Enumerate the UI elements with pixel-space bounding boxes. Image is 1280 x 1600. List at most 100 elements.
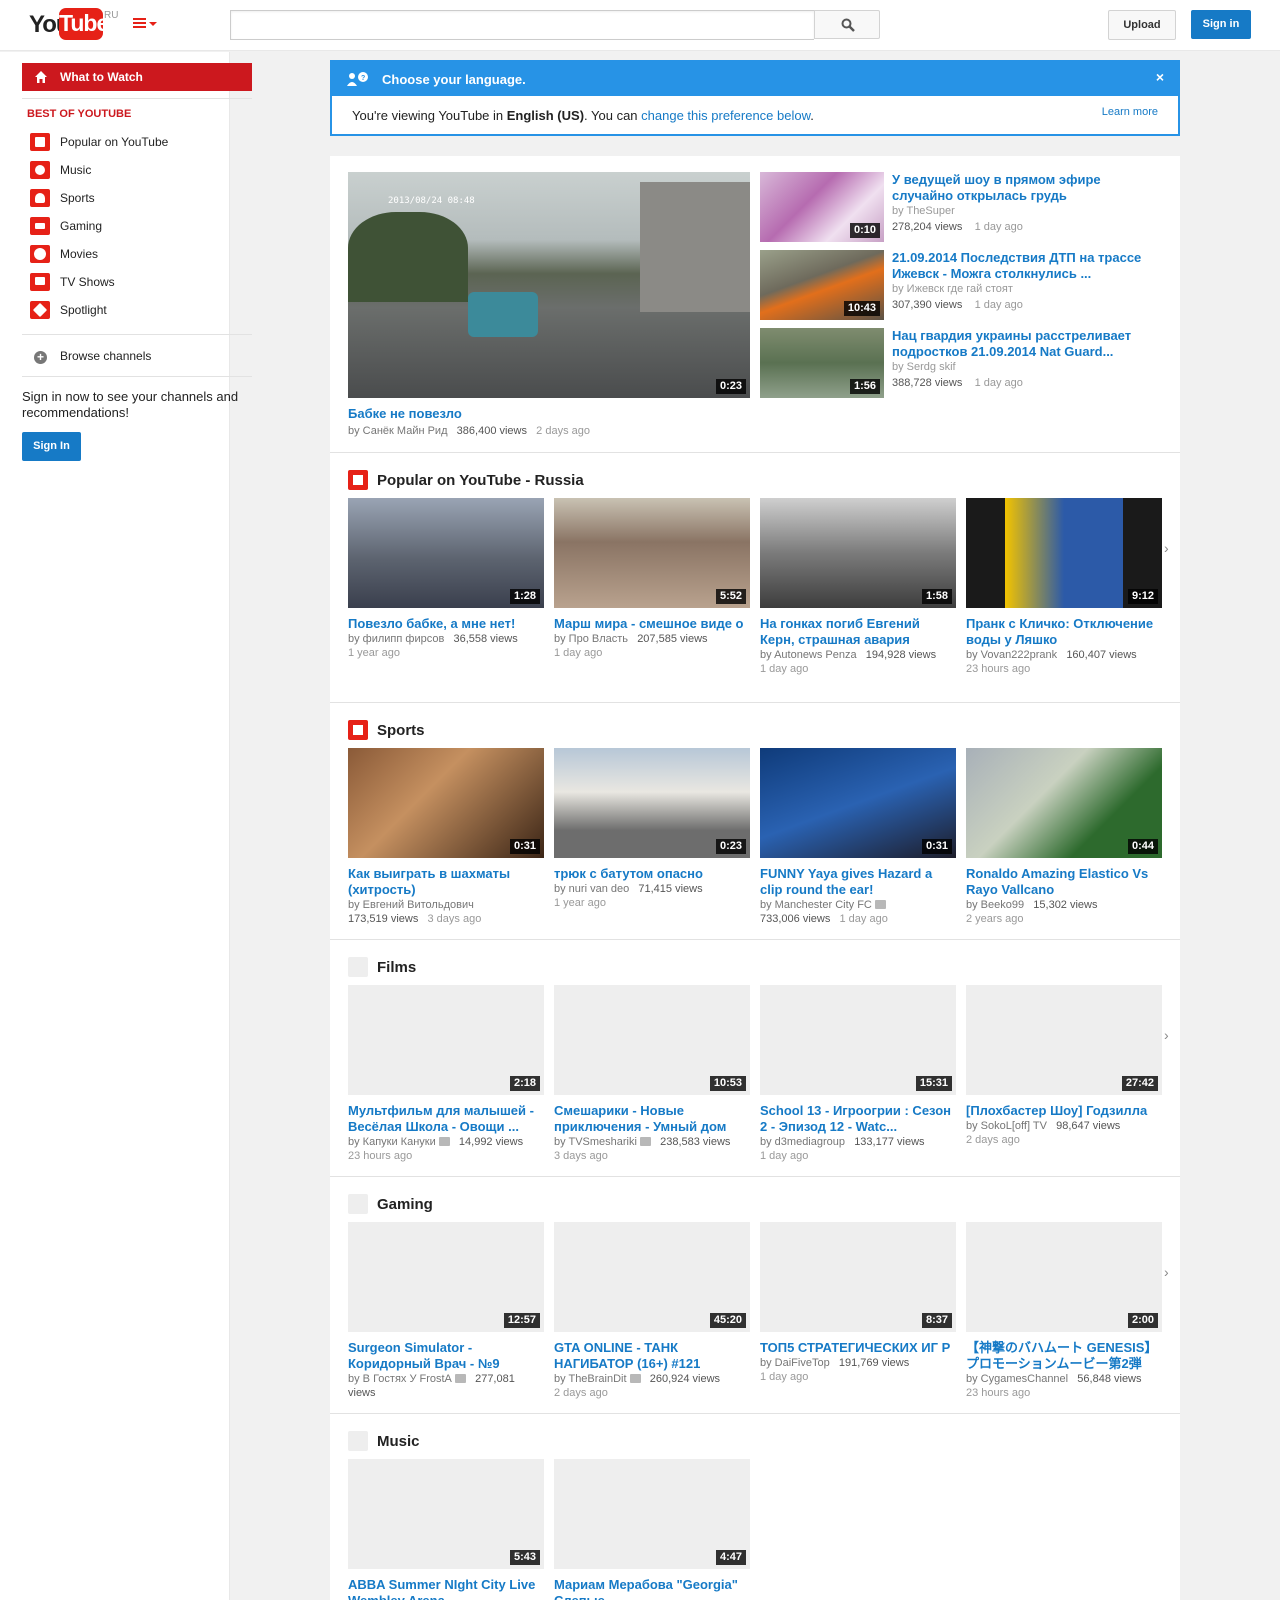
video-title[interactable]: Surgeon Simulator - Коридорный Врач - №9 <box>348 1340 544 1372</box>
shelf-title[interactable]: Popular on YouTube - Russia <box>377 472 584 489</box>
guide-item-gaming[interactable]: Gaming <box>30 216 230 236</box>
svg-text:?: ? <box>361 75 365 82</box>
video-meta: by d3mediagroup 133,177 views 1 day ago <box>760 1136 925 1162</box>
video-title[interactable]: GTA ONLINE - ТАНК НАГИБАТОР (16+) #121 <box>554 1340 750 1372</box>
sports-icon <box>348 720 368 740</box>
chevron-right-icon[interactable]: › <box>1164 540 1169 556</box>
guide-item-what-to-watch[interactable]: What to Watch <box>22 63 252 91</box>
video-thumbnail[interactable]: 0:44 <box>966 748 1162 858</box>
video-title[interactable]: Мультфильм для малышей - Весёлая Школа -… <box>348 1103 544 1135</box>
video-thumbnail[interactable]: 5:52 <box>554 498 750 608</box>
video-title[interactable]: Повезло бабке, а мне нет! <box>348 616 544 632</box>
video-thumbnail[interactable]: 0:31 <box>348 748 544 858</box>
duration-badge: 10:53 <box>709 1076 746 1091</box>
video-thumbnail[interactable]: 2:00 <box>966 1222 1162 1332</box>
shelf-title[interactable]: Music <box>377 1433 420 1450</box>
video-thumbnail[interactable]: 1:28 <box>348 498 544 608</box>
language-notice: ? Choose your language. × You're viewing… <box>330 60 1180 136</box>
duration-badge: 1:56 <box>849 379 880 394</box>
learn-more-link[interactable]: Learn more <box>1102 106 1158 118</box>
video-title[interactable]: Как выиграть в шахматы (хитрость) <box>348 866 544 898</box>
sidebar-sign-in-button[interactable]: Sign In <box>22 432 81 461</box>
video-title[interactable]: На гонках погиб Евгений Керн, страшная а… <box>760 616 956 648</box>
video-title[interactable]: [Плохбастер Шоу] Годзилла <box>966 1103 1162 1119</box>
shelf-title[interactable]: Sports <box>377 722 425 739</box>
video-thumbnail[interactable]: 4:47 <box>554 1459 750 1569</box>
divider <box>330 452 1180 453</box>
video-meta: by CygamesChannel 56,848 views 23 hours a… <box>966 1373 1142 1399</box>
chevron-right-icon[interactable]: › <box>1164 1264 1169 1280</box>
shelf-title[interactable]: Films <box>377 959 416 976</box>
duration-badge: 12:57 <box>503 1313 540 1328</box>
upload-button[interactable]: Upload <box>1108 10 1176 40</box>
video-thumbnail[interactable]: 8:37 <box>760 1222 956 1332</box>
divider <box>22 98 252 99</box>
guide-item-browse-channels[interactable]: + Browse channels <box>30 346 230 366</box>
guide-item-music[interactable]: Music <box>30 160 230 180</box>
video-thumbnail[interactable]: 15:31 <box>760 985 956 1095</box>
video-meta: by Beeko99 15,302 views 2 years ago <box>966 899 1098 925</box>
shelf-title[interactable]: Gaming <box>377 1196 433 1213</box>
side-video-thumbnail[interactable]: 0:10 <box>760 172 884 242</box>
sign-in-button[interactable]: Sign in <box>1191 10 1251 39</box>
video-thumbnail[interactable]: 0:23 <box>554 748 750 858</box>
video-meta: by TheBrainDit 260,924 views 2 days ago <box>554 1373 721 1399</box>
side-video-title[interactable]: У ведущей шоу в прямом эфире случайно от… <box>892 172 1162 204</box>
video-thumbnail[interactable]: 2:18 <box>348 985 544 1095</box>
video-thumbnail[interactable]: 9:12 <box>966 498 1162 608</box>
video-title[interactable]: ТОП5 СТРАТЕГИЧЕСКИХ ИГ Р <box>760 1340 956 1356</box>
search-input[interactable] <box>230 10 814 40</box>
duration-badge: 45:20 <box>709 1313 746 1328</box>
video-thumbnail[interactable]: 0:31 <box>760 748 956 858</box>
video-thumbnail[interactable]: 12:57 <box>348 1222 544 1332</box>
films-icon <box>348 957 368 977</box>
guide-item-tv-shows[interactable]: TV Shows <box>30 272 230 292</box>
language-notice-message: You're viewing YouTube in English (US). … <box>352 108 814 123</box>
guide-section-heading: BEST OF YOUTUBE <box>27 108 132 120</box>
guide-item-spotlight[interactable]: Spotlight <box>30 300 230 320</box>
verified-icon <box>438 1137 450 1146</box>
video-title[interactable]: Мариам Мерабова "Georgia" Слепые <box>554 1577 750 1600</box>
video-title[interactable]: Марш мира - смешное виде о <box>554 616 750 632</box>
video-meta: by Про Власть 207,585 views 1 day ago <box>554 633 708 659</box>
featured-video-thumbnail[interactable]: 2013/08/24 08:48 0:23 <box>348 172 750 398</box>
close-icon[interactable]: × <box>1156 69 1164 85</box>
youtube-logo[interactable]: You Tube <box>29 8 109 40</box>
video-title[interactable]: трюк с батутом опасно <box>554 866 750 882</box>
featured-video-title[interactable]: Бабке не повезло <box>348 406 750 422</box>
caret-down-icon <box>149 22 157 26</box>
guide-item-movies[interactable]: Movies <box>30 244 230 264</box>
video-title[interactable]: Смешарики - Новые приключения - Умный до… <box>554 1103 750 1135</box>
video-thumbnail[interactable]: 10:53 <box>554 985 750 1095</box>
country-code: RU <box>104 10 119 21</box>
duration-badge: 10:43 <box>843 301 880 316</box>
language-notice-title: Choose your language. <box>382 72 526 87</box>
side-video-title[interactable]: 21.09.2014 Последствия ДТП на трассе Иже… <box>892 250 1162 282</box>
movies-icon <box>30 245 50 263</box>
side-video-thumbnail[interactable]: 10:43 <box>760 250 884 320</box>
video-thumbnail[interactable]: 5:43 <box>348 1459 544 1569</box>
change-preference-link[interactable]: change this preference below <box>641 108 810 123</box>
chevron-right-icon[interactable]: › <box>1164 1027 1169 1043</box>
video-thumbnail[interactable]: 27:42 <box>966 985 1162 1095</box>
video-title[interactable]: School 13 - Игроогрии : Сезон 2 - Эпизод… <box>760 1103 956 1135</box>
video-title[interactable]: FUNNY Yaya gives Hazard a clip round the… <box>760 866 956 898</box>
search-button[interactable] <box>814 10 880 39</box>
video-title[interactable]: Пранк с Кличко: Отключение воды у Ляшко <box>966 616 1162 648</box>
side-video-title[interactable]: Нац гвардия украины расстреливает подрос… <box>892 328 1162 360</box>
video-meta: by TVSmeshariki 238,583 views 3 days ago <box>554 1136 731 1162</box>
guide-item-popular[interactable]: Popular on YouTube <box>30 132 230 152</box>
divider <box>330 939 1180 940</box>
side-video-thumbnail[interactable]: 1:56 <box>760 328 884 398</box>
video-title[interactable]: 【神撃のバハムート GENESIS】プロモーションムービー第2弾 <box>966 1340 1162 1372</box>
guide-item-sports[interactable]: Sports <box>30 188 230 208</box>
guide-menu-button[interactable] <box>133 16 159 32</box>
video-title[interactable]: ABBA Summer NIght City Live Wembley Aren… <box>348 1577 544 1600</box>
duration-badge: 0:31 <box>509 839 540 854</box>
gaming-icon <box>30 217 50 235</box>
duration-badge: 15:31 <box>915 1076 952 1091</box>
video-title[interactable]: Ronaldo Amazing Elastico Vs Rayo Vallcan… <box>966 866 1162 898</box>
video-thumbnail[interactable]: 1:58 <box>760 498 956 608</box>
video-thumbnail[interactable]: 45:20 <box>554 1222 750 1332</box>
duration-badge: 1:28 <box>509 589 540 604</box>
